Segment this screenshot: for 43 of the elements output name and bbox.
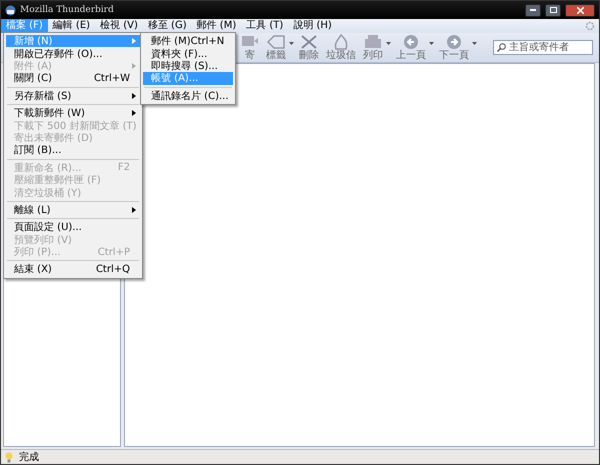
minimize-icon [530, 9, 536, 11]
menu-item[interactable]: 關閉 (C) Ctrl+W [6, 72, 140, 85]
status-text: 完成 [19, 450, 39, 464]
maximize-button[interactable] [545, 4, 561, 16]
maximize-icon [550, 7, 556, 13]
menu-item[interactable]: 郵件 (M)Ctrl+N [143, 35, 233, 48]
menu-bar-item[interactable]: 檢視 (V) [95, 19, 143, 33]
dropdown-caret-icon[interactable] [429, 42, 434, 45]
menu-bar-item[interactable]: 工具 (T) [241, 19, 288, 33]
dropdown-caret-icon[interactable] [386, 42, 391, 45]
menu-item[interactable]: 結束 (X) Ctrl+Q [6, 263, 140, 276]
close-button[interactable] [565, 4, 595, 16]
toolbar-button[interactable]: 垃圾信 [324, 34, 358, 61]
printer-icon [364, 34, 382, 50]
menu-item[interactable]: 通訊錄名片 (C)... [143, 90, 233, 102]
menu-bar-item[interactable]: 說明 (H) [288, 19, 337, 33]
menu-item[interactable]: 開啟已存郵件 (O)... [6, 47, 140, 60]
toolbar-button[interactable]: 列印 [361, 34, 385, 61]
menu-item[interactable]: 另存新檔 (S) [6, 90, 140, 102]
search-icon [497, 43, 506, 52]
menu-item[interactable]: 資料夾 (F)... [143, 47, 233, 60]
dropdown-caret-icon[interactable] [472, 42, 477, 45]
menu-bar-item[interactable]: 編輯 (E) [48, 19, 96, 33]
menu-bar-item[interactable]: 移至 (G) [142, 19, 192, 33]
lightbulb-icon [5, 452, 13, 462]
tag-icon [267, 34, 285, 50]
window-title: Mozilla Thunderbird [20, 5, 115, 15]
menu-item[interactable]: 離線 (L) [6, 204, 140, 216]
toolbar-button[interactable]: 上一頁 [394, 34, 428, 61]
minimize-button[interactable] [525, 4, 541, 16]
x-icon [300, 34, 318, 50]
toolbar-button[interactable]: 寄 [239, 34, 261, 61]
menu-item[interactable]: 下載新郵件 (W) [6, 106, 140, 120]
toolbar-button[interactable]: 標籤 [264, 34, 288, 61]
app-icon [5, 4, 16, 16]
menu-item[interactable]: 訂閱 (B)... [6, 144, 140, 157]
dropdown-caret-icon[interactable] [289, 42, 294, 45]
close-icon [576, 6, 584, 14]
menu-bar-item[interactable]: 郵件 (M) [192, 19, 242, 33]
menu-item[interactable]: 即時搜尋 (S)... [143, 60, 233, 72]
toolbar-button[interactable]: 下一頁 [437, 34, 471, 61]
menu-item[interactable]: 頁面設定 (U)... [6, 221, 140, 234]
toolbar-button[interactable]: 刪除 [297, 34, 321, 61]
